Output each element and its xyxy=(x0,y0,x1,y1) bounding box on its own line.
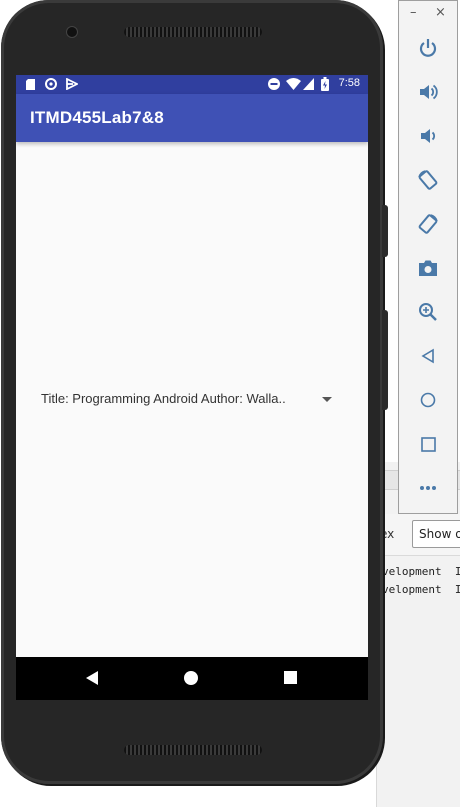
zoom-icon[interactable] xyxy=(416,300,440,324)
dropdown-arrow-icon xyxy=(322,397,332,402)
bottom-speaker xyxy=(124,745,262,755)
device-screen: 7:58 ITMD455Lab7&8 Title: Programming An… xyxy=(16,75,368,700)
cell-signal-icon xyxy=(303,78,314,90)
home-icon[interactable] xyxy=(416,388,440,412)
more-icon[interactable] xyxy=(416,476,440,500)
spinner-selected-text: Title: Programming Android Author: Walla… xyxy=(41,391,286,406)
volume-side-button xyxy=(382,310,388,410)
volume-up-icon[interactable] xyxy=(416,80,440,104)
wifi-icon xyxy=(286,78,301,90)
camera-icon[interactable] xyxy=(416,256,440,280)
navigation-bar xyxy=(16,657,368,700)
status-time: 7:58 xyxy=(338,77,360,89)
app-title: ITMD455Lab7&8 xyxy=(30,108,164,127)
close-button[interactable]: × xyxy=(435,5,446,20)
back-icon[interactable] xyxy=(416,344,440,368)
app-bar: ITMD455Lab7&8 xyxy=(16,94,368,142)
overview-icon[interactable] xyxy=(416,432,440,456)
power-icon[interactable] xyxy=(416,36,440,60)
front-camera xyxy=(67,27,77,37)
top-speaker xyxy=(124,27,262,37)
status-bar: 7:58 xyxy=(16,75,368,94)
desktop: ex Show or velopment I velopment I xyxy=(0,0,460,807)
do-not-disturb-icon xyxy=(268,78,280,90)
rotate-left-icon[interactable] xyxy=(416,168,440,192)
phone-frame: 7:58 ITMD455Lab7&8 Title: Programming An… xyxy=(1,0,383,784)
book-spinner[interactable]: Title: Programming Android Author: Walla… xyxy=(36,387,338,411)
download-icon xyxy=(66,78,78,90)
battery-icon xyxy=(321,77,329,91)
nav-home-icon[interactable] xyxy=(184,671,198,685)
emulator-window-controls: – × xyxy=(399,1,457,27)
power-side-button xyxy=(382,205,388,257)
sd-card-icon xyxy=(26,79,35,90)
nav-overview-icon[interactable] xyxy=(284,671,297,684)
minimize-button[interactable]: – xyxy=(410,5,417,20)
nav-back-icon[interactable] xyxy=(86,671,98,685)
emulator-toolbar: – × xyxy=(398,0,458,514)
log-line: velopment I xyxy=(382,583,460,596)
volume-down-icon[interactable] xyxy=(416,124,440,148)
rotate-right-icon[interactable] xyxy=(416,212,440,236)
show-only-button[interactable]: Show or xyxy=(412,520,460,548)
sync-circle-icon xyxy=(45,78,57,90)
log-line: velopment I xyxy=(382,565,460,578)
